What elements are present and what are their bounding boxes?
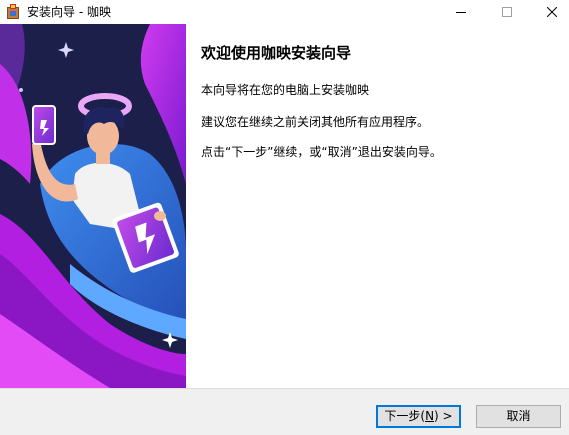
welcome-content: 欢迎使用咖映安装向导 本向导将在您的电脑上安装咖映 建议您在继续之前关闭其他所有… <box>186 24 569 388</box>
title-bar: 安装向导 - 咖映 <box>0 0 569 24</box>
close-apps-text: 建议您在继续之前关闭其他所有应用程序。 <box>201 115 430 129</box>
minimize-icon <box>455 7 466 17</box>
close-icon <box>546 7 557 17</box>
button-bar: 下一步(N) > 取消 <box>0 388 569 435</box>
next-button-label-suffix: ) > <box>434 409 453 423</box>
next-button-label-prefix: 下一步( <box>384 409 426 423</box>
close-button[interactable] <box>529 0 569 24</box>
instructions-text: 点击“下一步”继续，或“取消”退出安装向导。 <box>201 145 442 159</box>
page-title: 欢迎使用咖映安装向导 <box>201 44 352 62</box>
next-button-accelerator: N <box>425 409 435 423</box>
maximize-button[interactable] <box>484 0 529 24</box>
intro-text: 本向导将在您的电脑上安装咖映 <box>201 83 370 97</box>
window-title: 安装向导 - 咖映 <box>27 5 111 19</box>
welcome-banner-image <box>0 24 186 388</box>
installer-icon <box>5 3 21 20</box>
next-button[interactable]: 下一步(N) > <box>376 405 461 428</box>
installer-window: 安装向导 - 咖映 欢迎使用咖映安装向导 本向导将在您的电脑上安装咖映 建议您在… <box>0 0 569 435</box>
cancel-button[interactable]: 取消 <box>476 405 561 428</box>
minimize-button[interactable] <box>438 0 483 24</box>
maximize-icon <box>501 7 512 17</box>
